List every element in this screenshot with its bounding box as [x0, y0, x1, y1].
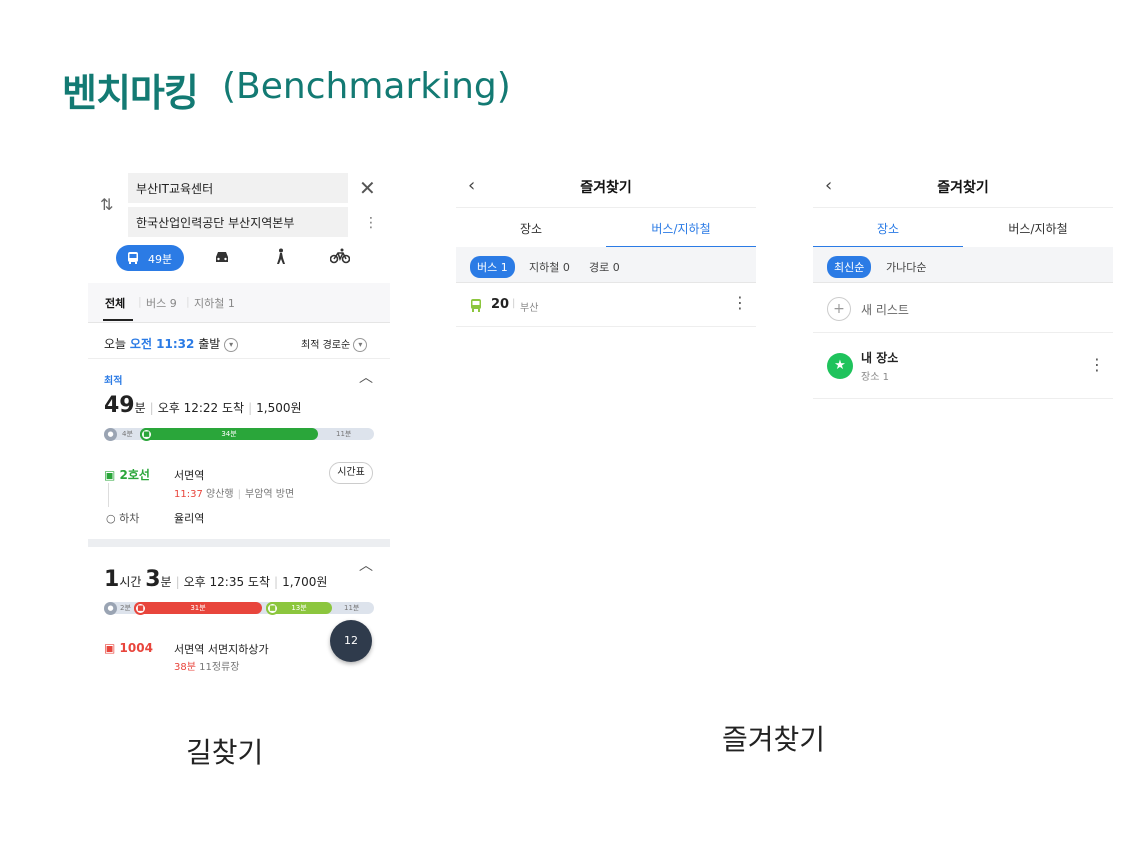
- favorite-bus-item[interactable]: 20 | 부산 ⋮: [456, 285, 756, 327]
- tab-subway[interactable]: 지하철 1: [194, 295, 235, 311]
- bus-icon: [128, 252, 138, 264]
- sort-selector[interactable]: 최적 경로순 ▾: [301, 336, 368, 352]
- walk-icon: ●: [104, 428, 117, 441]
- slide-title-korean: 벤치마킹: [62, 71, 199, 115]
- favorites-bus-screen: ‹ 즐겨찾기 장소 버스/지하철 버스 1 지하철 0 경로 0 20 | 부산…: [456, 165, 756, 405]
- filter-subway-chip[interactable]: 지하철 0: [522, 256, 577, 278]
- departure-prefix: 오늘: [104, 337, 127, 351]
- bus-icon: ▣: [104, 641, 116, 655]
- time-refresh-fab[interactable]: 12: [330, 620, 372, 662]
- transport-mode-bar: 49분: [88, 243, 390, 277]
- close-icon[interactable]: ✕: [359, 176, 376, 200]
- subway-icon: ▣: [104, 468, 116, 482]
- place-list-count: 장소 1: [861, 372, 889, 383]
- mode-transit-duration: 49분: [148, 253, 173, 266]
- alight-station: 율리역: [174, 512, 205, 525]
- route1-walk1: 4분: [122, 430, 133, 438]
- route1-arrival: 오후 12:22 도착: [157, 401, 245, 415]
- divider: [88, 539, 390, 547]
- subway-icon: ■: [140, 428, 153, 441]
- walk-icon: ●: [104, 602, 117, 615]
- route1-walk2: 11분: [336, 430, 352, 438]
- filter-bus-chip[interactable]: 버스 1: [470, 256, 515, 278]
- departure-time: 오전 11:32: [129, 337, 195, 351]
- bus-icon: [471, 299, 481, 312]
- tab-bus-subway[interactable]: 버스/지하철: [963, 220, 1113, 237]
- route2-bus-segment: 31분: [134, 602, 262, 614]
- route1-line: ▣ 2호선: [104, 468, 150, 482]
- favorites-place-screen: ‹ 즐겨찾기 장소 버스/지하철 최신순 가나다순 + 새 리스트 ★ 내 장소…: [813, 165, 1113, 405]
- star-icon: ★: [827, 353, 853, 379]
- bus-icon: ■: [134, 602, 147, 615]
- sort-recent-chip[interactable]: 최신순: [827, 256, 872, 278]
- chevron-down-icon: ▾: [224, 337, 239, 352]
- tab-bus-subway[interactable]: 버스/지하철: [606, 220, 756, 237]
- place-list-item[interactable]: ★ 내 장소 장소 1 ⋮: [813, 335, 1113, 399]
- sort-bar: 최신순 가나다순: [813, 247, 1113, 283]
- bus-icon: ■: [266, 602, 279, 615]
- route2-station: 서면역 서면지하상가: [174, 643, 269, 656]
- swap-icon[interactable]: ⇅: [100, 195, 113, 214]
- mode-transit-button[interactable]: 49분: [116, 245, 184, 271]
- route2-wait-info: 38분 11정류장: [174, 662, 240, 673]
- alight-row: ○ 하차: [106, 512, 140, 525]
- more-options-icon[interactable]: ⋮: [364, 215, 378, 231]
- route1-ride-segment: 34분: [140, 428, 318, 440]
- collapse-icon[interactable]: ︿: [359, 367, 373, 387]
- route1-timeline-bar: ● 4분 34분 ■ 11분: [104, 428, 374, 441]
- departure-suffix: 출발: [198, 337, 221, 351]
- destination-field[interactable]: 한국산업인력공단 부산지역본부: [128, 207, 348, 237]
- caption-route-search: 길찾기: [186, 736, 264, 769]
- chevron-down-icon: ▾: [353, 338, 368, 352]
- route-tag-best: 최적: [104, 376, 123, 387]
- walk-icon[interactable]: [275, 248, 287, 266]
- new-list-row[interactable]: + 새 리스트: [813, 287, 1113, 333]
- route1-fare: 1,500원: [256, 401, 302, 415]
- screen-title: 즐겨찾기: [937, 180, 989, 196]
- route1-next-info: 11:37 양산행 | 부암역 방면: [174, 489, 295, 500]
- sort-alpha-chip[interactable]: 가나다순: [879, 256, 933, 278]
- route-screen: ⇅ 부산IT교육센터 한국산업인력공단 부산지역본부 ✕ ⋮ 49분 전체 | …: [88, 165, 390, 680]
- new-list-label: 새 리스트: [861, 303, 909, 317]
- route1-summary[interactable]: 49분 | 오후 12:22 도착 | 1,500원: [104, 393, 302, 418]
- more-options-icon[interactable]: ⋮: [1089, 355, 1105, 374]
- bus-number: 20: [491, 297, 510, 312]
- route2-summary[interactable]: 1시간 3분 | 오후 12:35 도착 | 1,700원: [104, 567, 327, 592]
- slide-title-english: (Benchmarking): [222, 66, 511, 107]
- departure-selector[interactable]: 오늘 오전 11:32 출발 ▾: [104, 335, 239, 352]
- origin-field[interactable]: 부산IT교육센터: [128, 173, 348, 203]
- plus-icon: +: [827, 297, 851, 321]
- screen-title: 즐겨찾기: [580, 180, 632, 196]
- tab-bus[interactable]: 버스 9: [146, 295, 177, 311]
- route1-duration-number: 49: [104, 393, 135, 418]
- tab-places[interactable]: 장소: [456, 220, 606, 237]
- place-list-name: 내 장소: [861, 351, 899, 365]
- tab-all[interactable]: 전체: [105, 295, 125, 311]
- route2-timeline-bar: ● 2분 31분 ■ 13분 ■ 11분: [104, 602, 374, 615]
- route1-duration-unit: 분: [134, 401, 146, 415]
- route2-bus-number: ▣ 1004: [104, 641, 153, 655]
- timetable-button[interactable]: 시간표: [329, 462, 373, 484]
- departure-time-row: 오늘 오전 11:32 출발 ▾ 최적 경로순 ▾: [88, 325, 390, 359]
- sort-label: 최적 경로순: [301, 340, 351, 351]
- favorites-tabs: 장소 버스/지하철: [456, 207, 756, 248]
- collapse-icon[interactable]: ︿: [359, 555, 373, 575]
- tab-places[interactable]: 장소: [813, 220, 963, 237]
- caption-favorites: 즐겨찾기: [722, 723, 826, 756]
- favorites-tabs: 장소 버스/지하철: [813, 207, 1113, 248]
- active-tab-indicator: [103, 319, 133, 321]
- filter-route-chip[interactable]: 경로 0: [582, 256, 627, 278]
- filter-bar: 버스 1 지하철 0 경로 0: [456, 247, 756, 283]
- route-filter-tabs: 전체 | 버스 9 | 지하철 1: [88, 283, 390, 323]
- stop-circle-icon: ○: [106, 512, 116, 525]
- car-icon[interactable]: [214, 250, 230, 264]
- bus-region: 부산: [520, 303, 539, 314]
- more-options-icon[interactable]: ⋮: [732, 293, 748, 312]
- route1-board-station: 서면역: [174, 469, 205, 482]
- bicycle-icon[interactable]: [330, 248, 350, 264]
